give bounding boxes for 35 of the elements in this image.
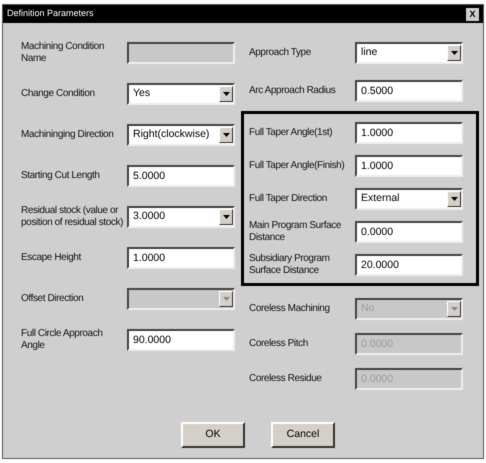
- dialog-button[interactable]: OK: [181, 422, 245, 448]
- input-field[interactable]: 0.5000: [355, 80, 463, 102]
- field-label: Arc Approach Radius: [249, 85, 336, 97]
- field-label: Main Program Surface Distance: [249, 220, 342, 244]
- dropdown[interactable]: line: [355, 42, 463, 64]
- field-label: Residual stock (value or position of residual stock): [21, 204, 124, 228]
- field-label: Full Taper Angle(Finish): [249, 160, 346, 172]
- field-label: Machininging Direction: [21, 128, 114, 140]
- field-label: Coreless Residue: [249, 373, 323, 385]
- field-label: Subsidiary Program Surface Distance: [249, 252, 331, 276]
- dropdown[interactable]: Yes: [127, 82, 235, 104]
- field-label: Change Condition: [21, 88, 96, 100]
- input-field[interactable]: 1.0000: [355, 154, 463, 176]
- input-field[interactable]: 5.0000: [127, 164, 235, 186]
- field-label: Offset Direction: [21, 292, 84, 304]
- dropdown[interactable]: Right(clockwise): [127, 124, 235, 146]
- dropdown[interactable]: 3.0000: [127, 206, 235, 228]
- field-label: Coreless Pitch: [249, 338, 309, 350]
- input-field[interactable]: 1.0000: [355, 122, 463, 144]
- field-label: Machining Condition Name: [21, 40, 106, 64]
- dialog-button[interactable]: Cancel: [271, 422, 335, 448]
- close-button[interactable]: X: [466, 8, 479, 20]
- input-field[interactable]: 20.0000: [355, 254, 463, 276]
- field-label: Full Taper Direction: [249, 192, 328, 204]
- field-label: Full Circle Approach Angle: [21, 328, 104, 352]
- dropdown[interactable]: External: [355, 188, 463, 210]
- field-label: Coreless Machining: [249, 303, 331, 315]
- window-title: Definition Parameters: [7, 7, 94, 20]
- input-field[interactable]: 0.0000: [355, 220, 463, 242]
- field-label: Full Taper Angle(1st): [249, 126, 334, 138]
- input-field[interactable]: 90.0000: [127, 328, 235, 350]
- field-label: Starting Cut Length: [21, 170, 101, 182]
- field-label: Approach Type: [249, 47, 312, 59]
- input-field[interactable]: 1.0000: [127, 246, 235, 268]
- field-label: Escape Height: [21, 252, 82, 264]
